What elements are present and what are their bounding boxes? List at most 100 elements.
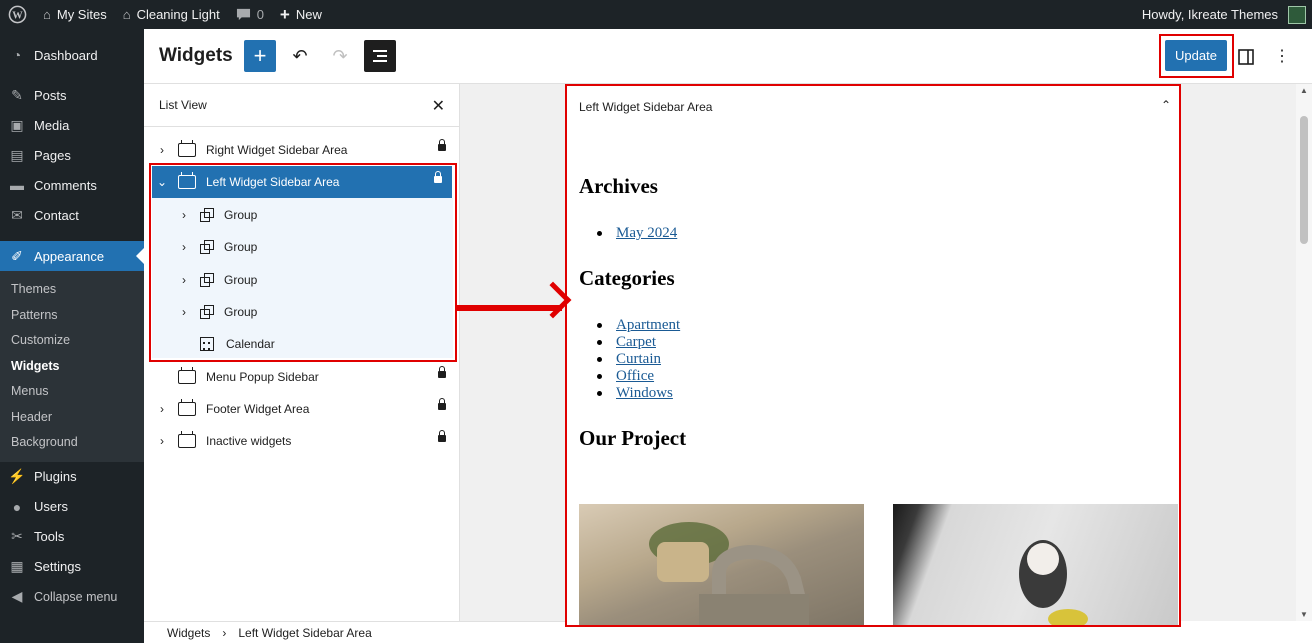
project-image-cleaning[interactable] <box>893 504 1178 625</box>
undo-button[interactable]: ↶ <box>284 40 316 72</box>
pages-icon: ▤ <box>10 146 24 163</box>
list-item[interactable]: Menu Popup Sidebar <box>152 361 456 393</box>
submenu-background[interactable]: Background <box>0 430 144 456</box>
add-block-button[interactable]: + <box>244 40 276 72</box>
submenu-themes[interactable]: Themes <box>0 277 144 303</box>
archive-link[interactable]: May 2024 <box>616 225 677 242</box>
cleaning-illustration <box>1019 540 1088 625</box>
submenu-header[interactable]: Header <box>0 405 144 431</box>
menu-collapse[interactable]: ◀ Collapse menu <box>0 582 144 612</box>
avatar <box>1288 5 1306 24</box>
category-link[interactable]: Apartment <box>616 317 680 334</box>
menu-posts[interactable]: ✎ Posts <box>0 80 144 110</box>
menu-label: Collapse menu <box>34 589 118 604</box>
category-link[interactable]: Curtain <box>616 351 661 368</box>
chevron-up-icon[interactable]: ⌃ <box>1161 98 1171 112</box>
wordpress-logo-icon[interactable]: W <box>0 0 35 29</box>
canvas-scrollbar[interactable]: ▲ ▼ <box>1296 84 1312 621</box>
list-view-icon-line <box>373 60 387 62</box>
options-button[interactable]: ⋮ <box>1266 41 1298 73</box>
menu-tools[interactable]: ✂ Tools <box>0 522 144 552</box>
scroll-up-icon[interactable]: ▲ <box>1296 86 1312 95</box>
submenu-patterns[interactable]: Patterns <box>0 303 144 329</box>
menu-users[interactable]: ● Users <box>0 492 144 522</box>
menu-comments[interactable]: ▬ Comments <box>0 170 144 200</box>
menu-pages[interactable]: ▤ Pages <box>0 140 144 170</box>
menu-media[interactable]: ▣ Media <box>0 110 144 140</box>
categories-list: Apartment Carpet Curtain Office Windows <box>597 317 680 402</box>
submenu-customize[interactable]: Customize <box>0 328 144 354</box>
list-item[interactable]: › Right Widget Sidebar Area <box>152 134 456 166</box>
category-link[interactable]: Office <box>616 368 654 385</box>
list-view-toggle[interactable] <box>364 40 396 72</box>
update-highlight: Update <box>1159 34 1234 78</box>
menu-contact[interactable]: ✉ Contact <box>0 200 144 230</box>
media-icon: ▣ <box>10 116 24 133</box>
archives-heading: Archives <box>579 174 658 198</box>
settings-panel-toggle[interactable] <box>1230 41 1262 73</box>
list-item[interactable]: Windows <box>597 385 680 402</box>
widget-area-preview[interactable]: Left Widget Sidebar Area ⌃ Archives May … <box>565 84 1181 627</box>
sites-icon: ⌂ <box>43 7 51 22</box>
project-heading: Our Project <box>579 426 687 450</box>
submenu-menus[interactable]: Menus <box>0 379 144 405</box>
breadcrumb: Widgets › Left Widget Sidebar Area <box>144 621 565 643</box>
svg-text:W: W <box>12 10 23 21</box>
list-item[interactable]: Office <box>597 368 680 385</box>
breadcrumb-current[interactable]: Left Widget Sidebar Area <box>238 626 371 640</box>
list-view-title: List View <box>159 98 207 112</box>
selection-highlight-box <box>149 163 457 362</box>
list-item[interactable]: › Inactive widgets <box>152 425 456 457</box>
close-icon[interactable]: ✕ <box>432 96 445 116</box>
list-item[interactable]: May 2024 <box>597 225 677 242</box>
lock-icon <box>438 430 446 442</box>
comment-bubble-icon <box>236 8 250 20</box>
archives-list: May 2024 <box>597 225 677 242</box>
category-link[interactable]: Windows <box>616 385 673 402</box>
new-content-link[interactable]: + New <box>272 0 330 29</box>
menu-label: Users <box>34 499 68 514</box>
menu-appearance[interactable]: ✐ Appearance <box>0 241 144 271</box>
list-item[interactable]: › Footer Widget Area <box>152 393 456 425</box>
menu-dashboard[interactable]: ◔ Dashboard <box>0 40 144 70</box>
redo-button[interactable]: ↷ <box>324 40 356 72</box>
plus-icon: + <box>253 43 267 68</box>
menu-label: Dashboard <box>34 47 98 63</box>
list-item[interactable]: Carpet <box>597 334 680 351</box>
chevron-right-icon[interactable]: › <box>152 434 172 448</box>
menu-label: Media <box>34 117 70 133</box>
site-name-link[interactable]: ⌂ Cleaning Light <box>115 0 228 29</box>
list-item-label: Footer Widget Area <box>206 402 310 416</box>
update-button[interactable]: Update <box>1165 40 1227 71</box>
page-title: Widgets <box>159 45 233 66</box>
redo-icon: ↷ <box>332 45 348 66</box>
menu-label: Comments <box>34 177 97 193</box>
lock-icon <box>438 139 446 151</box>
chevron-right-icon[interactable]: › <box>152 402 172 416</box>
menu-label: Posts <box>34 87 67 103</box>
submenu-widgets[interactable]: Widgets <box>0 354 144 380</box>
list-view-header: List View <box>144 84 459 127</box>
appearance-submenu: Themes Patterns Customize Widgets Menus … <box>0 271 144 462</box>
account-menu[interactable]: Howdy, Ikreate Themes <box>1134 0 1312 29</box>
list-item-label: Menu Popup Sidebar <box>206 370 319 384</box>
wrench-icon: ✂ <box>11 528 23 544</box>
scroll-down-icon[interactable]: ▼ <box>1296 610 1312 619</box>
widget-area-icon <box>178 431 196 448</box>
my-sites-link[interactable]: ⌂ My Sites <box>35 0 115 29</box>
comments-link[interactable]: 0 <box>228 0 272 29</box>
category-link[interactable]: Carpet <box>616 334 656 351</box>
home-icon: ⌂ <box>122 7 131 22</box>
site-name-label: Cleaning Light <box>136 7 220 22</box>
howdy-label: Howdy, Ikreate Themes <box>1141 7 1278 22</box>
list-item[interactable]: Apartment <box>597 317 680 334</box>
categories-heading: Categories <box>579 266 675 290</box>
scrollbar-thumb[interactable] <box>1300 116 1308 244</box>
list-item[interactable]: Curtain <box>597 351 680 368</box>
breadcrumb-root[interactable]: Widgets <box>167 626 210 640</box>
project-image-faucet[interactable] <box>579 504 864 625</box>
menu-settings[interactable]: ▦ Settings <box>0 552 144 582</box>
header-actions: ⋮ <box>1230 29 1312 84</box>
menu-plugins[interactable]: ⚡ Plugins <box>0 462 144 492</box>
chevron-right-icon[interactable]: › <box>152 143 172 157</box>
